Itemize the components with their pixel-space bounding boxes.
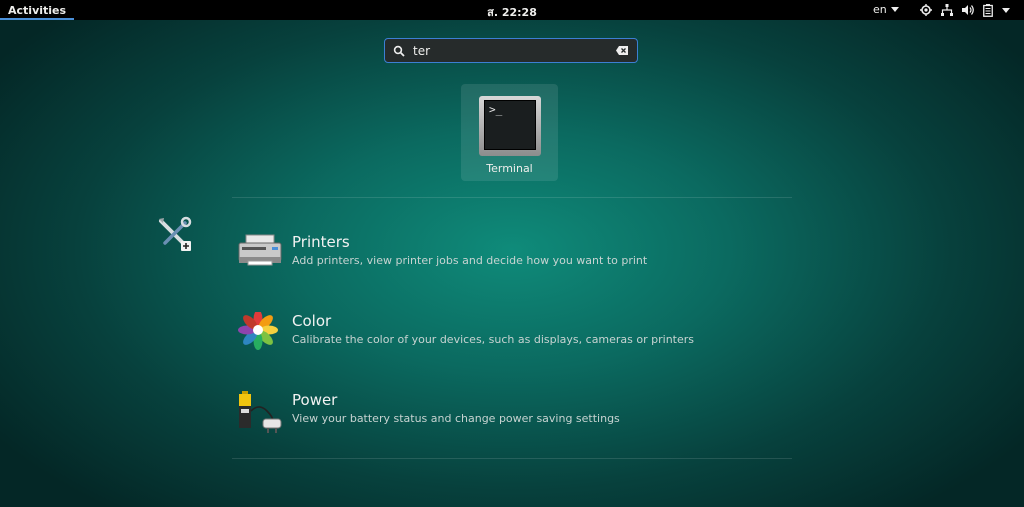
result-description: View your battery status and change powe… <box>292 412 620 425</box>
location-icon <box>920 4 932 16</box>
result-title: Color <box>292 312 332 330</box>
result-color[interactable]: Color Calibrate the color of your device… <box>236 312 796 362</box>
clear-search-icon[interactable] <box>616 46 628 55</box>
language-label: en <box>873 3 887 16</box>
search-input[interactable] <box>413 43 603 58</box>
top-bar: Activities ส. 22:28 en <box>0 0 1024 20</box>
search-entry[interactable] <box>384 38 638 63</box>
printer-icon <box>238 234 282 266</box>
separator <box>232 197 792 198</box>
clock-button[interactable]: ส. 22:28 <box>487 6 537 19</box>
activities-label: Activities <box>8 3 67 17</box>
terminal-icon: >_ <box>479 96 541 156</box>
result-description: Calibrate the color of your devices, suc… <box>292 333 695 346</box>
result-description: Add printers, view printer jobs and deci… <box>292 254 648 267</box>
chevron-down-icon <box>1002 7 1010 13</box>
power-icon <box>239 391 282 433</box>
app-label: Terminal <box>486 162 533 175</box>
result-title: Printers <box>292 233 350 251</box>
app-result-terminal[interactable]: >_ Terminal <box>461 84 558 181</box>
clock: ส. 22:28 <box>0 3 1024 21</box>
separator <box>232 458 792 459</box>
activities-button[interactable]: Activities <box>0 0 74 20</box>
system-tray[interactable] <box>920 2 1010 18</box>
result-power[interactable]: Power View your battery status and chang… <box>236 391 796 441</box>
battery-icon <box>983 3 993 17</box>
search-icon <box>393 45 405 57</box>
network-icon <box>941 4 953 16</box>
color-icon <box>238 312 278 350</box>
result-title: Power <box>292 391 338 409</box>
chevron-down-icon <box>890 7 899 12</box>
volume-icon <box>962 5 974 15</box>
settings-tools-icon[interactable] <box>155 215 193 253</box>
language-menu[interactable]: en <box>873 3 899 16</box>
result-printers[interactable]: Printers Add printers, view printer jobs… <box>236 233 796 283</box>
